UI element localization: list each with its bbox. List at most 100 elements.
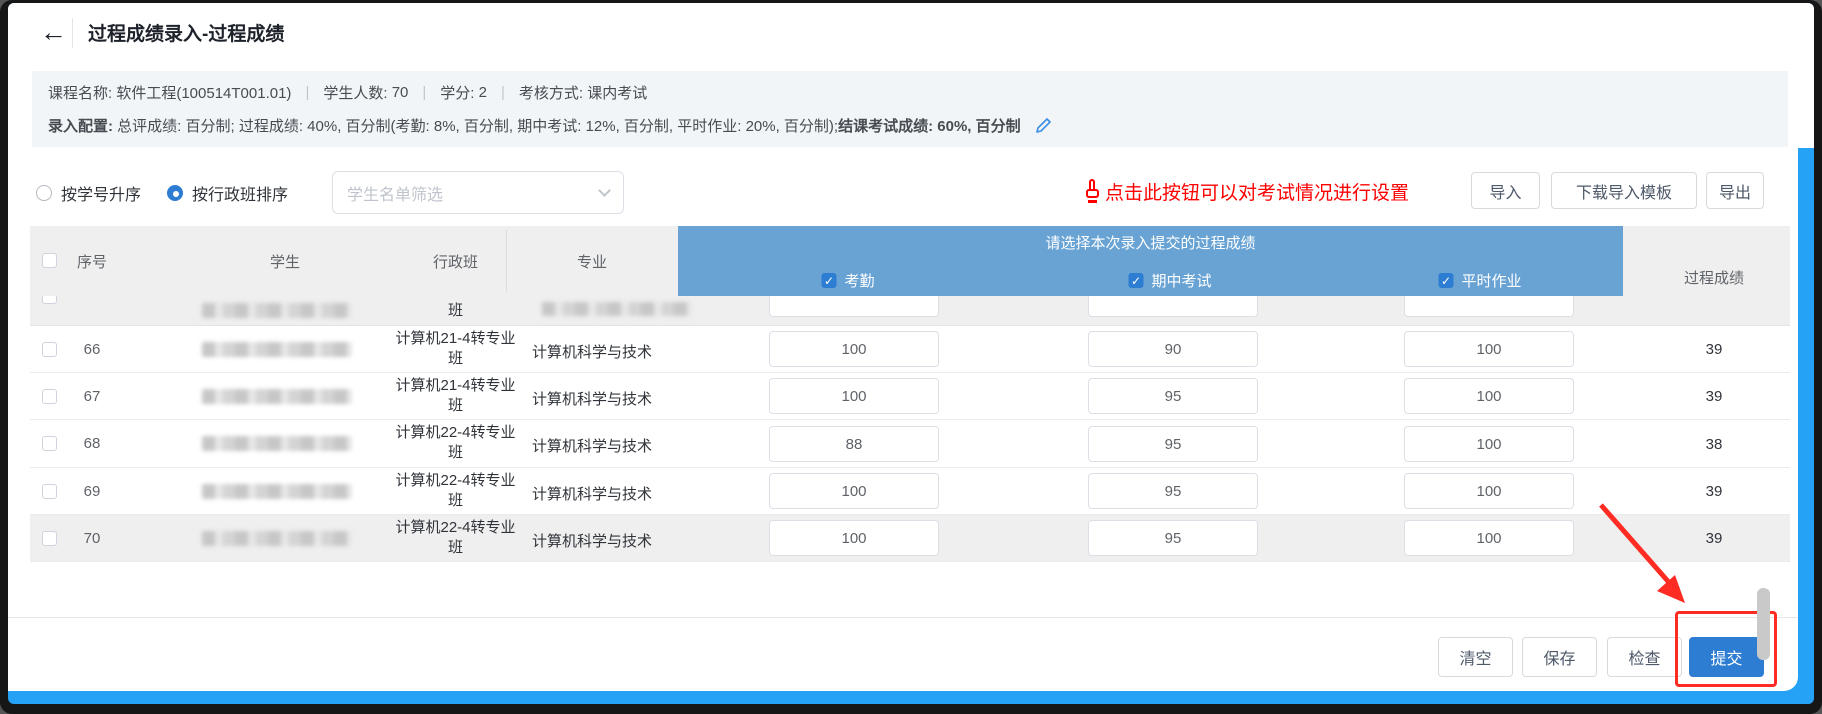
attendance-input[interactable] [769, 296, 939, 317]
homework-checkbox[interactable]: ✓ [1438, 273, 1453, 288]
midterm-input[interactable] [1088, 296, 1258, 317]
midterm-column-header: ✓ 期中考试 [1128, 270, 1211, 291]
midterm-input[interactable] [1088, 520, 1258, 556]
row-checkbox[interactable] [42, 342, 57, 357]
attendance-input[interactable] [769, 473, 939, 509]
credit-label: 学分: [440, 82, 474, 103]
radio-sort-by-id-label[interactable]: 按学号升序 [61, 181, 141, 205]
separator: | [305, 84, 309, 101]
midterm-input[interactable] [1088, 473, 1258, 509]
table-row: 68 计算机22-4转专业班 计算机科学与技术 38 [30, 420, 1790, 468]
attendance-input[interactable] [769, 426, 939, 462]
homework-input[interactable] [1404, 331, 1574, 367]
attendance-input[interactable] [769, 520, 939, 556]
student-name-redacted [202, 303, 352, 318]
edit-pencil-icon[interactable] [1035, 117, 1052, 134]
student-name-redacted [202, 484, 352, 499]
attendance-checkbox[interactable]: ✓ [821, 273, 836, 288]
app-window: ← 过程成绩录入-过程成绩 课程名称: 软件工程(100514T001.01) … [8, 3, 1814, 704]
midterm-label: 期中考试 [1151, 270, 1211, 291]
select-all-checkbox[interactable] [42, 253, 57, 268]
pointing-hand-icon [1085, 179, 1102, 203]
save-button[interactable]: 保存 [1522, 637, 1597, 677]
column-major: 专业 [512, 226, 672, 296]
midterm-input[interactable] [1088, 426, 1258, 462]
screenshot-frame: ← 过程成绩录入-过程成绩 课程名称: 软件工程(100514T001.01) … [0, 0, 1822, 714]
student-name-redacted [202, 436, 352, 451]
attendance-input[interactable] [769, 378, 939, 414]
export-button[interactable]: 导出 [1706, 172, 1764, 209]
seq-cell: 66 [70, 341, 114, 358]
page: ← 过程成绩录入-过程成绩 课程名称: 软件工程(100514T001.01) … [8, 3, 1798, 691]
homework-input[interactable] [1404, 426, 1574, 462]
total-cell: 39 [1664, 341, 1764, 358]
major-cell: 计算机科学与技术 [512, 530, 672, 551]
row-checkbox[interactable] [42, 531, 57, 546]
footer-divider [8, 617, 1798, 618]
major-cell: 计算机科学与技术 [512, 341, 672, 362]
class-cell: 计算机21-4转专业班 [383, 329, 528, 369]
back-arrow-icon[interactable]: ← [40, 17, 67, 47]
class-cell: 班 [383, 299, 528, 320]
homework-input[interactable] [1404, 473, 1574, 509]
radio-sort-by-class-label[interactable]: 按行政班排序 [192, 181, 288, 205]
vertical-scrollbar-thumb[interactable] [1757, 588, 1770, 660]
homework-input[interactable] [1404, 520, 1574, 556]
major-cell: 计算机科学与技术 [512, 435, 672, 456]
homework-column-header: ✓ 平时作业 [1438, 270, 1521, 291]
assessment-value: 课内考试 [587, 82, 647, 103]
annotation-text: 点击此按钮可以对考试情况进行设置 [1105, 178, 1409, 205]
course-info-panel: 课程名称: 软件工程(100514T001.01) | 学生人数: 70 | 学… [32, 71, 1788, 147]
page-title: 过程成绩录入-过程成绩 [88, 19, 284, 46]
table-row-partial: 班 [30, 296, 1790, 326]
class-cell: 计算机21-4转专业班 [383, 376, 528, 416]
midterm-checkbox[interactable]: ✓ [1128, 273, 1143, 288]
import-button[interactable]: 导入 [1471, 172, 1540, 209]
attendance-column-header: ✓ 考勤 [821, 270, 874, 291]
separator: | [501, 84, 505, 101]
sort-radio-group: 按学号升序 按行政班排序 [36, 171, 314, 215]
table-row: 67 计算机21-4转专业班 计算机科学与技术 39 [30, 373, 1790, 420]
class-cell: 计算机22-4转专业班 [383, 471, 528, 511]
table-row: 66 计算机21-4转专业班 计算机科学与技术 39 [30, 326, 1790, 373]
student-filter-select[interactable]: 学生名单筛选 [332, 171, 624, 214]
row-checkbox[interactable] [42, 389, 57, 404]
seq-cell: 69 [70, 483, 114, 500]
entry-config-label: 录入配置: [48, 115, 113, 136]
radio-sort-by-id[interactable] [36, 185, 52, 201]
student-name-redacted [202, 342, 352, 357]
row-checkbox[interactable] [42, 484, 57, 499]
major-redacted [542, 302, 692, 316]
column-student: 学生 [210, 226, 360, 296]
total-cell: 39 [1664, 388, 1764, 405]
major-cell: 计算机科学与技术 [512, 483, 672, 504]
student-name-redacted [202, 531, 352, 546]
seq-cell: 67 [70, 388, 114, 405]
final-exam-config: 结课考试成绩: 60%, 百分制 [838, 115, 1021, 136]
attendance-label: 考勤 [844, 270, 874, 291]
download-template-button[interactable]: 下载导入模板 [1551, 172, 1697, 209]
row-checkbox[interactable] [42, 436, 57, 451]
header-divider [72, 18, 73, 48]
seq-cell: 70 [70, 530, 114, 547]
midterm-input[interactable] [1088, 331, 1258, 367]
midterm-input[interactable] [1088, 378, 1258, 414]
column-total: 过程成绩 [1654, 259, 1774, 296]
radio-sort-by-class[interactable] [167, 185, 183, 201]
student-name-redacted [202, 389, 352, 404]
column-divider [506, 230, 507, 292]
clear-button[interactable]: 清空 [1438, 637, 1513, 677]
total-cell: 38 [1664, 436, 1764, 453]
credit-value: 2 [479, 84, 487, 101]
row-checkbox[interactable] [42, 296, 57, 304]
class-cell: 计算机22-4转专业班 [383, 423, 528, 463]
homework-label: 平时作业 [1461, 270, 1521, 291]
homework-input[interactable] [1404, 296, 1574, 317]
homework-input[interactable] [1404, 378, 1574, 414]
seq-cell: 68 [70, 435, 114, 452]
student-count-label: 学生人数: [323, 82, 387, 103]
check-button[interactable]: 检查 [1607, 637, 1682, 677]
table-header: 序号 学生 行政班 专业 请选择本次录入提交的过程成绩 ✓ 考勤 ✓ 期中考试 … [30, 226, 1790, 296]
attendance-input[interactable] [769, 331, 939, 367]
course-info-line1: 课程名称: 软件工程(100514T001.01) | 学生人数: 70 | 学… [48, 82, 647, 103]
